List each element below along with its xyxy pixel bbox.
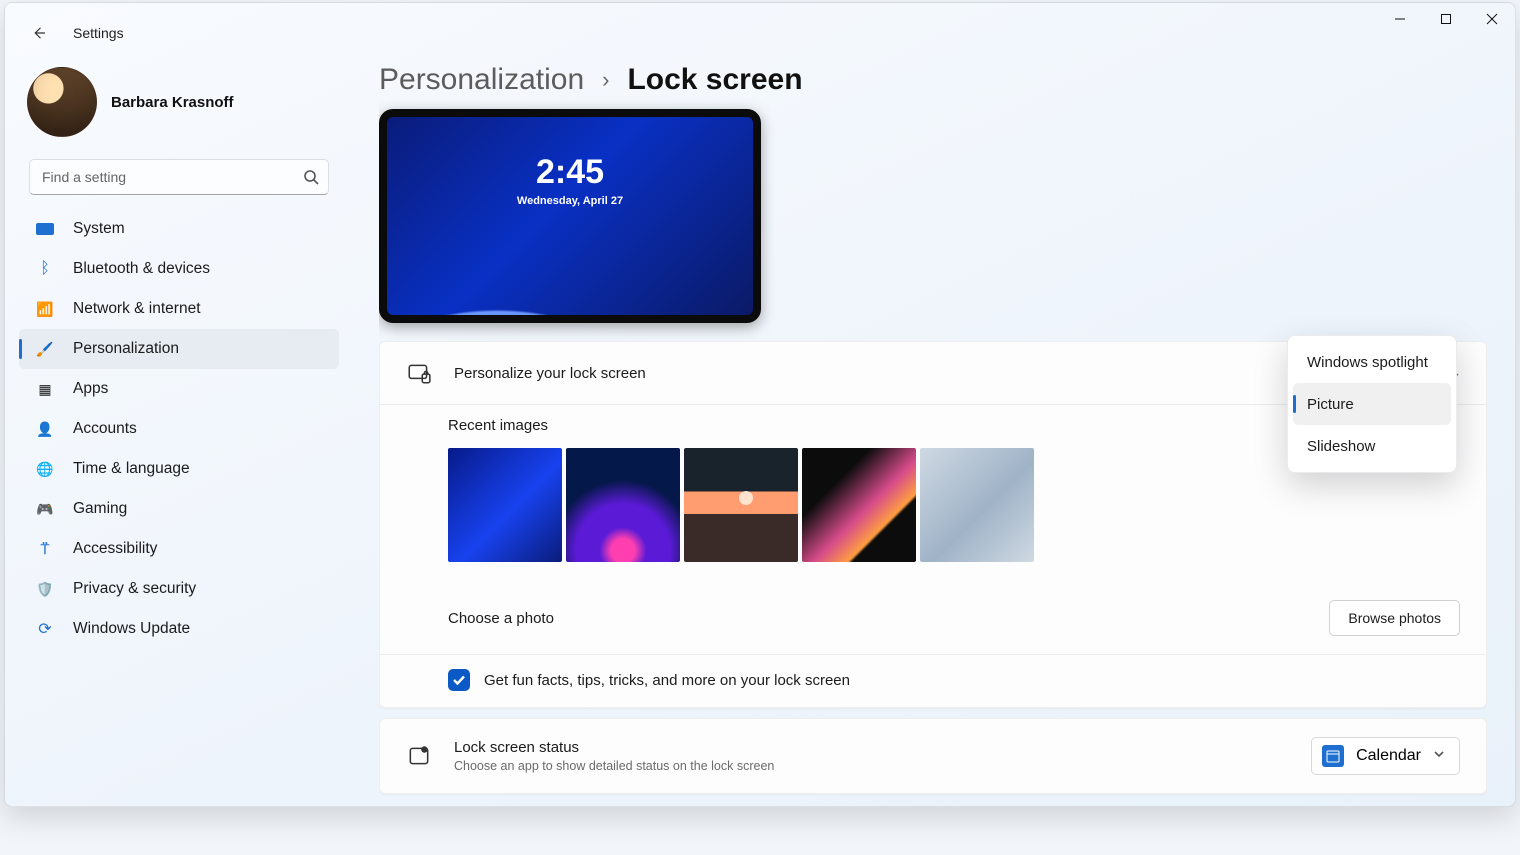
sidebar-item-privacy[interactable]: 🛡️ Privacy & security	[19, 569, 339, 609]
globe-icon: 🌐	[35, 460, 55, 478]
user-name: Barbara Krasnoff	[111, 94, 234, 111]
dropdown-option-picture[interactable]: Picture	[1293, 383, 1451, 425]
window-controls	[1377, 3, 1515, 35]
sidebar-item-bluetooth[interactable]: ᛒ Bluetooth & devices	[19, 249, 339, 289]
settings-window: Settings Barbara Krasnoff System ᛒ Blueto…	[4, 2, 1516, 807]
status-subtitle: Choose an app to show detailed status on…	[454, 759, 774, 773]
dropdown-option-spotlight[interactable]: Windows spotlight	[1293, 341, 1451, 383]
breadcrumb-parent[interactable]: Personalization	[379, 63, 584, 97]
dropdown-option-slideshow[interactable]: Slideshow	[1293, 425, 1451, 467]
wifi-icon: 📶	[35, 300, 55, 318]
preview-date: Wednesday, April 27	[387, 195, 753, 207]
search-icon	[303, 169, 319, 185]
lockscreen-icon	[406, 360, 432, 386]
nav-label: Bluetooth & devices	[73, 260, 210, 278]
bluetooth-icon: ᛒ	[35, 260, 55, 278]
monitor-icon	[35, 220, 55, 238]
recent-image-thumb[interactable]	[802, 448, 916, 562]
sidebar-item-system[interactable]: System	[19, 209, 339, 249]
update-icon: ⟳	[35, 620, 55, 638]
maximize-button[interactable]	[1423, 3, 1469, 35]
recent-image-thumb[interactable]	[448, 448, 562, 562]
fun-facts-label: Get fun facts, tips, tricks, and more on…	[484, 672, 850, 689]
nav-label: Accounts	[73, 420, 137, 438]
status-icon	[406, 743, 432, 769]
preview-time: 2:45	[387, 153, 753, 192]
nav-label: Gaming	[73, 500, 127, 518]
option-label: Windows spotlight	[1307, 354, 1428, 371]
sidebar-item-update[interactable]: ⟳ Windows Update	[19, 609, 339, 649]
close-button[interactable]	[1469, 3, 1515, 35]
option-label: Picture	[1307, 396, 1354, 413]
nav-label: System	[73, 220, 125, 238]
sidebar-item-apps[interactable]: ▦ Apps	[19, 369, 339, 409]
main-content: Personalization › Lock screen 2:45 Wedne…	[379, 63, 1487, 796]
nav: System ᛒ Bluetooth & devices 📶 Network & i…	[19, 209, 339, 649]
avatar	[27, 67, 97, 137]
checkbox-checked-icon[interactable]	[448, 669, 470, 691]
browse-photos-button[interactable]: Browse photos	[1329, 600, 1460, 636]
sidebar-item-gaming[interactable]: 🎮 Gaming	[19, 489, 339, 529]
recent-image-thumb[interactable]	[566, 448, 680, 562]
sidebar-item-accessibility[interactable]: ⍡ Accessibility	[19, 529, 339, 569]
sidebar-item-personalization[interactable]: 🖌️ Personalization	[19, 329, 339, 369]
nav-label: Windows Update	[73, 620, 190, 638]
sidebar: Barbara Krasnoff System ᛒ Bluetooth & dev…	[19, 63, 339, 796]
nav-label: Privacy & security	[73, 580, 196, 598]
nav-label: Apps	[73, 380, 108, 398]
nav-label: Accessibility	[73, 540, 157, 558]
status-row[interactable]: Lock screen status Choose an app to show…	[380, 719, 1486, 793]
chevron-right-icon: ›	[602, 67, 609, 93]
nav-label: Personalization	[73, 340, 179, 358]
personalize-title: Personalize your lock screen	[454, 365, 646, 382]
search-input[interactable]	[29, 159, 329, 195]
lockscreen-preview: 2:45 Wednesday, April 27	[379, 109, 761, 323]
brush-icon: 🖌️	[35, 340, 55, 358]
person-icon: 👤	[35, 420, 55, 438]
sidebar-item-accounts[interactable]: 👤 Accounts	[19, 409, 339, 449]
user-row[interactable]: Barbara Krasnoff	[19, 63, 339, 159]
recent-image-thumb[interactable]	[920, 448, 1034, 562]
personalize-dropdown: Windows spotlight Picture Slideshow	[1287, 335, 1457, 473]
lockscreen-status-card: Lock screen status Choose an app to show…	[379, 718, 1487, 794]
app-title: Settings	[73, 25, 124, 41]
nav-label: Network & internet	[73, 300, 201, 318]
back-button[interactable]	[23, 17, 55, 49]
nav-label: Time & language	[73, 460, 190, 478]
minimize-button[interactable]	[1377, 3, 1423, 35]
status-app-combo[interactable]: Calendar	[1311, 737, 1460, 775]
choose-photo-label: Choose a photo	[448, 610, 554, 627]
fun-facts-row[interactable]: Get fun facts, tips, tricks, and more on…	[380, 654, 1486, 707]
breadcrumb: Personalization › Lock screen	[379, 63, 1487, 97]
status-title: Lock screen status	[454, 739, 774, 756]
sidebar-item-time[interactable]: 🌐 Time & language	[19, 449, 339, 489]
calendar-icon	[1322, 745, 1344, 767]
option-label: Slideshow	[1307, 438, 1375, 455]
shield-icon: 🛡️	[35, 580, 55, 598]
status-app-label: Calendar	[1356, 747, 1421, 765]
gamepad-icon: 🎮	[35, 500, 55, 518]
chevron-down-icon	[1433, 747, 1445, 765]
recent-image-thumb[interactable]	[684, 448, 798, 562]
accessibility-icon: ⍡	[35, 540, 55, 558]
page-title: Lock screen	[627, 63, 802, 97]
choose-photo-row: Choose a photo Browse photos	[380, 582, 1486, 654]
sidebar-item-network[interactable]: 📶 Network & internet	[19, 289, 339, 329]
apps-icon: ▦	[35, 380, 55, 398]
